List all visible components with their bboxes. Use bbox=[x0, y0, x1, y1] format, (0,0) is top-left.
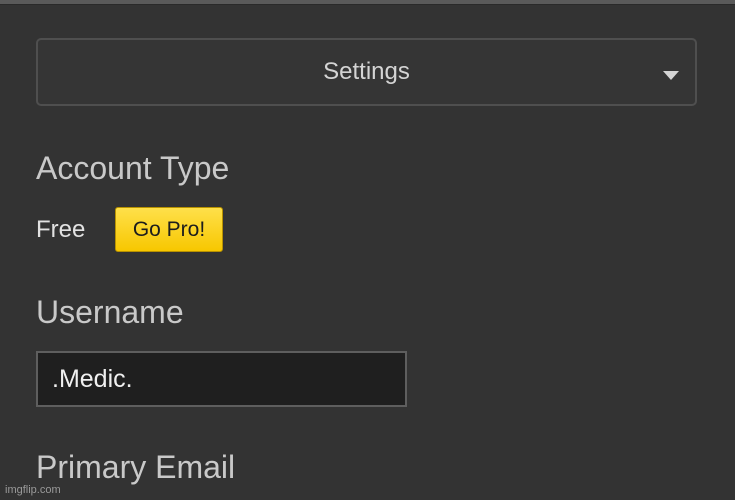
username-heading: Username bbox=[36, 294, 184, 330]
account-type-value: Free bbox=[36, 216, 86, 243]
username-input[interactable] bbox=[36, 351, 407, 407]
caret-down-icon bbox=[663, 71, 679, 80]
imgflip-watermark: imgflip.com bbox=[5, 484, 61, 496]
account-type-heading: Account Type bbox=[36, 150, 230, 186]
primary-email-heading: Primary Email bbox=[36, 449, 236, 485]
go-pro-button[interactable]: Go Pro! bbox=[115, 207, 223, 252]
settings-dropdown[interactable]: Settings bbox=[36, 38, 697, 106]
settings-dropdown-label: Settings bbox=[323, 58, 410, 85]
top-divider bbox=[0, 0, 735, 5]
